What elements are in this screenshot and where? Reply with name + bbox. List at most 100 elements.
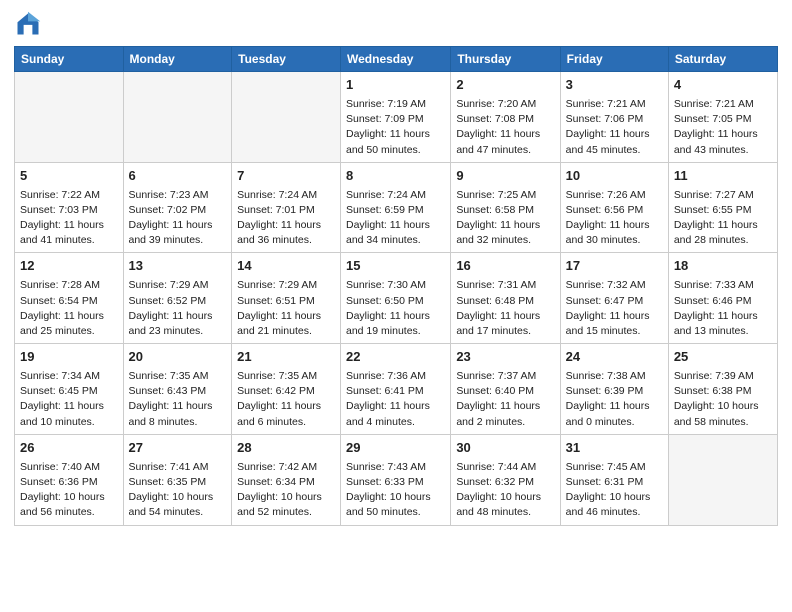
day-number: 16 — [456, 257, 554, 276]
day-info: Sunrise: 7:24 AM Sunset: 6:59 PM Dayligh… — [346, 188, 445, 249]
day-number: 21 — [237, 348, 335, 367]
calendar-cell: 14 Sunrise: 7:29 AM Sunset: 6:51 PM Dayli… — [232, 253, 341, 344]
calendar-cell: 6 Sunrise: 7:23 AM Sunset: 7:02 PM Daylig… — [123, 162, 232, 253]
day-number: 29 — [346, 439, 445, 458]
day-number: 13 — [129, 257, 227, 276]
day-number: 31 — [566, 439, 663, 458]
day-number: 22 — [346, 348, 445, 367]
calendar-cell: 27 Sunrise: 7:41 AM Sunset: 6:35 PM Dayli… — [123, 434, 232, 525]
calendar-cell — [123, 72, 232, 163]
day-number: 2 — [456, 76, 554, 95]
day-number: 24 — [566, 348, 663, 367]
calendar-cell: 1 Sunrise: 7:19 AM Sunset: 7:09 PM Daylig… — [341, 72, 451, 163]
day-number: 15 — [346, 257, 445, 276]
day-info: Sunrise: 7:35 AM Sunset: 6:42 PM Dayligh… — [237, 369, 335, 430]
day-info: Sunrise: 7:25 AM Sunset: 6:58 PM Dayligh… — [456, 188, 554, 249]
day-info: Sunrise: 7:29 AM Sunset: 6:52 PM Dayligh… — [129, 278, 227, 339]
calendar-cell — [15, 72, 124, 163]
day-info: Sunrise: 7:27 AM Sunset: 6:55 PM Dayligh… — [674, 188, 772, 249]
day-number: 1 — [346, 76, 445, 95]
calendar-cell: 17 Sunrise: 7:32 AM Sunset: 6:47 PM Dayli… — [560, 253, 668, 344]
day-number: 6 — [129, 167, 227, 186]
calendar-cell: 2 Sunrise: 7:20 AM Sunset: 7:08 PM Daylig… — [451, 72, 560, 163]
calendar-cell: 20 Sunrise: 7:35 AM Sunset: 6:43 PM Dayli… — [123, 344, 232, 435]
day-number: 11 — [674, 167, 772, 186]
day-info: Sunrise: 7:41 AM Sunset: 6:35 PM Dayligh… — [129, 460, 227, 521]
calendar-cell: 8 Sunrise: 7:24 AM Sunset: 6:59 PM Daylig… — [341, 162, 451, 253]
day-info: Sunrise: 7:19 AM Sunset: 7:09 PM Dayligh… — [346, 97, 445, 158]
day-info: Sunrise: 7:44 AM Sunset: 6:32 PM Dayligh… — [456, 460, 554, 521]
day-info: Sunrise: 7:29 AM Sunset: 6:51 PM Dayligh… — [237, 278, 335, 339]
calendar-cell: 21 Sunrise: 7:35 AM Sunset: 6:42 PM Dayli… — [232, 344, 341, 435]
day-info: Sunrise: 7:37 AM Sunset: 6:40 PM Dayligh… — [456, 369, 554, 430]
calendar-cell: 30 Sunrise: 7:44 AM Sunset: 6:32 PM Dayli… — [451, 434, 560, 525]
calendar-cell: 18 Sunrise: 7:33 AM Sunset: 6:46 PM Dayli… — [668, 253, 777, 344]
day-number: 7 — [237, 167, 335, 186]
day-number: 30 — [456, 439, 554, 458]
page: SundayMondayTuesdayWednesdayThursdayFrid… — [0, 0, 792, 612]
day-info: Sunrise: 7:36 AM Sunset: 6:41 PM Dayligh… — [346, 369, 445, 430]
day-header-sunday: Sunday — [15, 47, 124, 72]
calendar-header-row: SundayMondayTuesdayWednesdayThursdayFrid… — [15, 47, 778, 72]
day-info: Sunrise: 7:35 AM Sunset: 6:43 PM Dayligh… — [129, 369, 227, 430]
calendar-table: SundayMondayTuesdayWednesdayThursdayFrid… — [14, 46, 778, 526]
calendar-cell: 7 Sunrise: 7:24 AM Sunset: 7:01 PM Daylig… — [232, 162, 341, 253]
calendar-cell — [232, 72, 341, 163]
day-info: Sunrise: 7:23 AM Sunset: 7:02 PM Dayligh… — [129, 188, 227, 249]
day-info: Sunrise: 7:39 AM Sunset: 6:38 PM Dayligh… — [674, 369, 772, 430]
calendar-cell: 24 Sunrise: 7:38 AM Sunset: 6:39 PM Dayli… — [560, 344, 668, 435]
day-info: Sunrise: 7:21 AM Sunset: 7:06 PM Dayligh… — [566, 97, 663, 158]
calendar-cell: 22 Sunrise: 7:36 AM Sunset: 6:41 PM Dayli… — [341, 344, 451, 435]
calendar-cell: 11 Sunrise: 7:27 AM Sunset: 6:55 PM Dayli… — [668, 162, 777, 253]
day-header-thursday: Thursday — [451, 47, 560, 72]
calendar-cell: 10Sunrise: 7:26 AM Sunset: 6:56 PM Dayli… — [560, 162, 668, 253]
week-row-4: 19Sunrise: 7:34 AM Sunset: 6:45 PM Dayli… — [15, 344, 778, 435]
day-header-monday: Monday — [123, 47, 232, 72]
week-row-2: 5 Sunrise: 7:22 AM Sunset: 7:03 PM Daylig… — [15, 162, 778, 253]
day-info: Sunrise: 7:34 AM Sunset: 6:45 PM Dayligh… — [20, 369, 118, 430]
day-info: Sunrise: 7:40 AM Sunset: 6:36 PM Dayligh… — [20, 460, 118, 521]
calendar-cell: 16 Sunrise: 7:31 AM Sunset: 6:48 PM Dayli… — [451, 253, 560, 344]
calendar-cell: 29Sunrise: 7:43 AM Sunset: 6:33 PM Dayli… — [341, 434, 451, 525]
day-number: 9 — [456, 167, 554, 186]
logo-icon — [14, 10, 42, 38]
calendar-cell: 5 Sunrise: 7:22 AM Sunset: 7:03 PM Daylig… — [15, 162, 124, 253]
day-number: 17 — [566, 257, 663, 276]
calendar-cell: 31Sunrise: 7:45 AM Sunset: 6:31 PM Dayli… — [560, 434, 668, 525]
week-row-5: 26Sunrise: 7:40 AM Sunset: 6:36 PM Dayli… — [15, 434, 778, 525]
day-info: Sunrise: 7:21 AM Sunset: 7:05 PM Dayligh… — [674, 97, 772, 158]
day-info: Sunrise: 7:24 AM Sunset: 7:01 PM Dayligh… — [237, 188, 335, 249]
day-header-friday: Friday — [560, 47, 668, 72]
day-info: Sunrise: 7:33 AM Sunset: 6:46 PM Dayligh… — [674, 278, 772, 339]
day-info: Sunrise: 7:22 AM Sunset: 7:03 PM Dayligh… — [20, 188, 118, 249]
day-number: 8 — [346, 167, 445, 186]
day-number: 5 — [20, 167, 118, 186]
day-info: Sunrise: 7:20 AM Sunset: 7:08 PM Dayligh… — [456, 97, 554, 158]
day-info: Sunrise: 7:42 AM Sunset: 6:34 PM Dayligh… — [237, 460, 335, 521]
day-header-tuesday: Tuesday — [232, 47, 341, 72]
calendar-cell: 12 Sunrise: 7:28 AM Sunset: 6:54 PM Dayli… — [15, 253, 124, 344]
calendar-cell: 19Sunrise: 7:34 AM Sunset: 6:45 PM Dayli… — [15, 344, 124, 435]
calendar-cell: 23Sunrise: 7:37 AM Sunset: 6:40 PM Dayli… — [451, 344, 560, 435]
day-info: Sunrise: 7:31 AM Sunset: 6:48 PM Dayligh… — [456, 278, 554, 339]
day-number: 25 — [674, 348, 772, 367]
day-header-wednesday: Wednesday — [341, 47, 451, 72]
header — [14, 10, 778, 38]
day-info: Sunrise: 7:28 AM Sunset: 6:54 PM Dayligh… — [20, 278, 118, 339]
week-row-1: 1 Sunrise: 7:19 AM Sunset: 7:09 PM Daylig… — [15, 72, 778, 163]
day-number: 12 — [20, 257, 118, 276]
day-info: Sunrise: 7:38 AM Sunset: 6:39 PM Dayligh… — [566, 369, 663, 430]
day-info: Sunrise: 7:32 AM Sunset: 6:47 PM Dayligh… — [566, 278, 663, 339]
day-number: 20 — [129, 348, 227, 367]
logo — [14, 10, 45, 38]
day-number: 18 — [674, 257, 772, 276]
calendar-cell: 13 Sunrise: 7:29 AM Sunset: 6:52 PM Dayli… — [123, 253, 232, 344]
day-number: 27 — [129, 439, 227, 458]
day-number: 28 — [237, 439, 335, 458]
calendar-cell: 3Sunrise: 7:21 AM Sunset: 7:06 PM Daylig… — [560, 72, 668, 163]
day-number: 14 — [237, 257, 335, 276]
calendar-cell: 9 Sunrise: 7:25 AM Sunset: 6:58 PM Daylig… — [451, 162, 560, 253]
calendar-cell — [668, 434, 777, 525]
day-number: 4 — [674, 76, 772, 95]
calendar-cell: 4 Sunrise: 7:21 AM Sunset: 7:05 PM Daylig… — [668, 72, 777, 163]
